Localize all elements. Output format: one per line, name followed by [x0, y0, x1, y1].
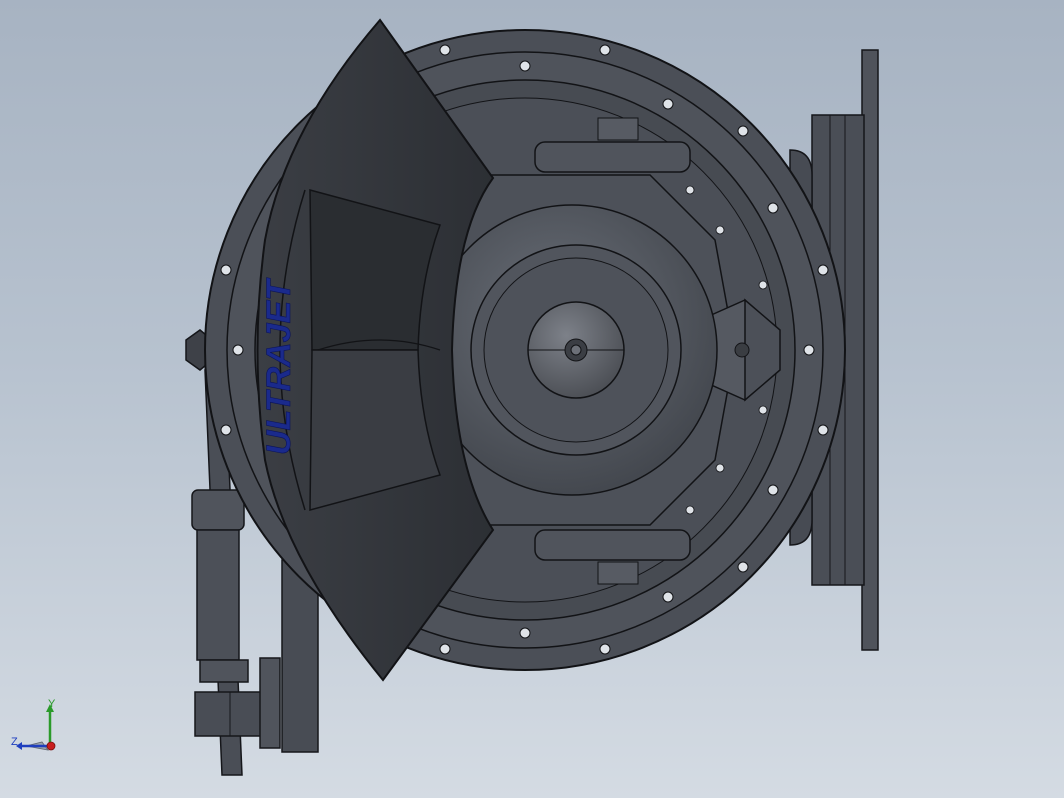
- nozzle-dome: [426, 204, 718, 496]
- ultrajet-logo: ULTRAJET: [260, 276, 299, 455]
- ultrajet-logo-text: ULTRAJET: [260, 277, 298, 455]
- triad-z-label: Z: [11, 736, 18, 748]
- triad-y-label: Y: [48, 698, 56, 710]
- cad-viewport[interactable]: ULTRAJET Y Z: [0, 0, 1064, 798]
- model-drawing[interactable]: ULTRAJET: [0, 0, 1064, 798]
- axis-triad: Y Z: [8, 698, 68, 758]
- triad-x-axis: [46, 741, 56, 751]
